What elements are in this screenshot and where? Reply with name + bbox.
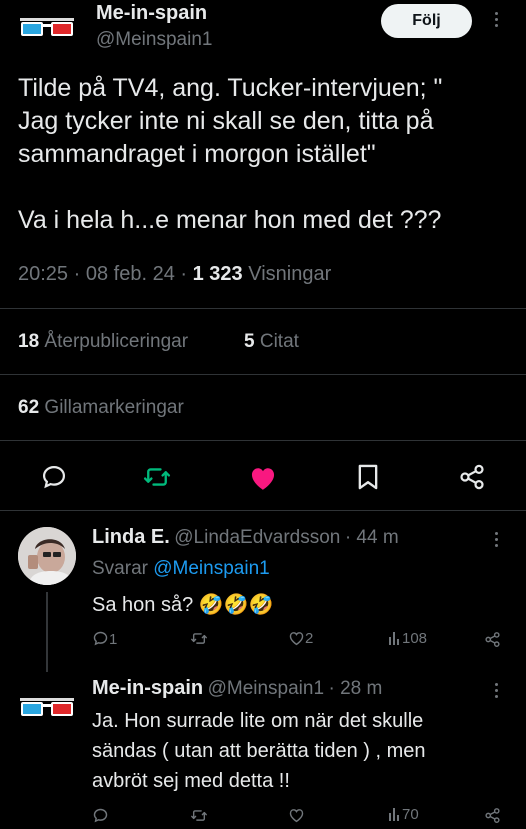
3d-glasses-icon <box>20 18 74 36</box>
comment-count: 1 <box>109 631 118 648</box>
divider <box>0 308 526 309</box>
reposts-stat[interactable]: 18 Återpubliceringar <box>18 331 188 353</box>
reply-text-line: Ja. Hon surrade lite om när det skulle <box>92 710 424 732</box>
reply-text-line: avbröt sej med detta !! <box>92 770 290 792</box>
views-action[interactable]: 70 <box>388 806 419 823</box>
repost-icon[interactable] <box>190 807 208 829</box>
views-action[interactable]: 108 <box>388 630 427 647</box>
3d-glasses-icon <box>20 698 74 716</box>
likes-label: Gillamarkeringar <box>44 397 184 418</box>
avatar[interactable] <box>18 527 76 585</box>
reply-author-name[interactable]: Linda E. <box>92 526 170 548</box>
likes-stat[interactable]: 62 Gillamarkeringar <box>18 397 184 419</box>
reply-action[interactable]: 1 <box>92 630 117 648</box>
quotes-label: Citat <box>259 331 299 352</box>
tweet-text-line: Tilde på TV4, ang. Tucker-intervjuen; " <box>18 74 443 102</box>
views-count: 108 <box>402 630 428 647</box>
tweet-text-line: sammandraget i morgon istället" <box>18 140 376 168</box>
reply-text: Sa hon så? 🤣🤣🤣 <box>92 594 274 616</box>
reply-text: Ja. Hon surrade lite om när det skulle s… <box>92 706 426 796</box>
reply-author-name[interactable]: Me-in-spain <box>92 677 203 699</box>
more-options-icon[interactable] <box>494 532 500 550</box>
reposts-count: 18 <box>18 331 40 352</box>
tweet-text-line: Va i hela h...e menar hon med det ??? <box>18 206 442 234</box>
bookmark-icon[interactable] <box>356 463 380 491</box>
separator: · <box>180 263 188 285</box>
divider <box>0 440 526 441</box>
views-icon <box>389 632 399 645</box>
share-icon[interactable] <box>484 631 501 653</box>
reply-author-handle[interactable]: @Meinspain1 <box>208 678 324 699</box>
reply-text-line: sändas ( utan att berätta tiden ) , men <box>92 740 426 762</box>
like-heart-icon[interactable] <box>248 464 278 491</box>
tweet-text-line: Jag tycker inte ni skall se den, titta p… <box>18 107 434 135</box>
reply-header: Me-in-spain @Meinspain1 · 28 m <box>92 677 382 700</box>
reply-icon <box>93 631 108 646</box>
tweet-text: Tilde på TV4, ang. Tucker-intervjuen; " … <box>18 72 442 237</box>
divider <box>0 374 526 375</box>
share-icon[interactable] <box>484 807 501 829</box>
tweet-meta: 20:25 · 08 feb. 24 · 1 323 Visningar <box>18 263 331 286</box>
heart-icon[interactable] <box>288 807 305 828</box>
separator: · <box>73 263 81 285</box>
repost-icon[interactable] <box>142 463 172 491</box>
reply-author-handle[interactable]: @LindaEdvardsson <box>174 527 340 548</box>
thread-line <box>46 592 48 672</box>
like-action[interactable]: 2 <box>288 630 313 647</box>
author-name[interactable]: Me-in-spain <box>96 2 207 25</box>
divider <box>0 510 526 511</box>
heart-icon <box>289 632 304 646</box>
reply-icon[interactable] <box>40 463 68 491</box>
replying-to-handle[interactable]: @Meinspain1 <box>153 558 269 579</box>
reply-timestamp[interactable]: · 28 m <box>329 678 383 699</box>
reply-header: Linda E. @LindaEdvardsson · 44 m <box>92 526 399 549</box>
views-icon <box>389 808 399 821</box>
views-count: 70 <box>402 806 419 823</box>
tweet-time[interactable]: 20:25 <box>18 263 68 285</box>
more-options-icon[interactable] <box>494 683 500 701</box>
quotes-stat[interactable]: 5 Citat <box>244 331 299 353</box>
more-options-icon[interactable] <box>494 12 500 30</box>
repost-icon[interactable] <box>190 630 208 652</box>
replying-prefix: Svarar <box>92 558 148 579</box>
likes-count: 62 <box>18 397 40 418</box>
quotes-count: 5 <box>244 331 255 352</box>
like-count: 2 <box>305 630 314 647</box>
share-icon[interactable] <box>458 463 486 491</box>
reply-icon[interactable] <box>92 807 109 829</box>
views-count: 1 323 <box>192 263 243 285</box>
views-label: Visningar <box>248 263 332 285</box>
reply-timestamp[interactable]: · 44 m <box>345 527 399 548</box>
tweet-date[interactable]: 08 feb. 24 <box>86 263 175 285</box>
replying-to: Svarar @Meinspain1 <box>92 558 270 580</box>
reposts-label: Återpubliceringar <box>44 331 189 352</box>
author-handle[interactable]: @Meinspain1 <box>96 29 212 51</box>
follow-button[interactable]: Följ <box>381 4 472 38</box>
author-avatar[interactable] <box>18 12 76 42</box>
author-avatar[interactable] <box>18 692 76 722</box>
